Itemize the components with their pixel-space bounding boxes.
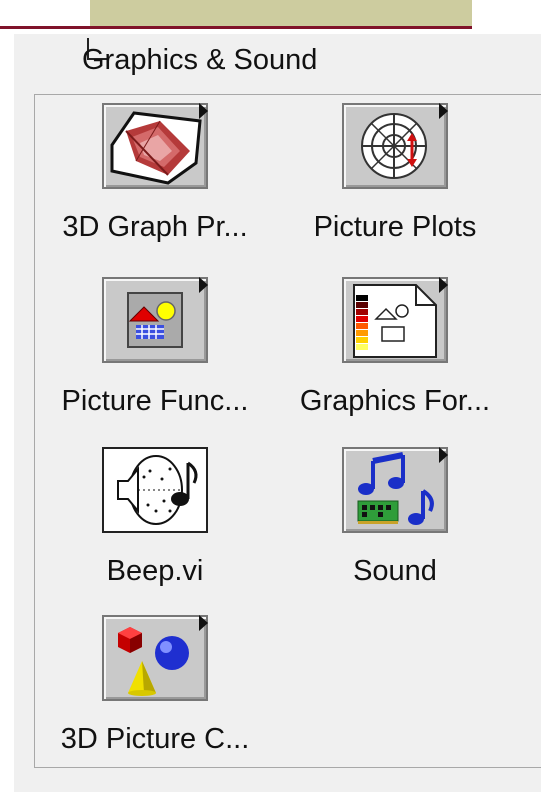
palette-item-picture-functions[interactable]: Picture Func... [35,277,275,447]
submenu-arrow-icon [439,277,448,293]
submenu-arrow-icon [439,447,448,463]
item-label: 3D Picture C... [60,723,250,755]
beep-speaker-icon [102,447,208,533]
top-banner [90,0,472,26]
submenu-arrow-icon [199,277,208,293]
3d-graph-icon [102,103,208,189]
palette-item-3d-graph[interactable]: 3D Graph Pr... [35,103,275,273]
palette-items-container: 3D Graph Pr... Picture Plots Picture Fun… [34,94,541,768]
palette-item-picture-plots[interactable]: Picture Plots [275,103,515,273]
palette-item-3d-picture-control[interactable]: 3D Picture C... [35,615,275,785]
submenu-arrow-icon [199,103,208,119]
item-label: Sound [353,555,437,587]
submenu-arrow-icon [439,103,448,119]
top-accent-line [0,26,472,29]
palette-item-graphics-formats[interactable]: Graphics For... [275,277,515,447]
submenu-arrow-icon [199,615,208,631]
graphics-formats-icon [342,277,448,363]
item-label: Graphics For... [299,385,491,417]
item-label: 3D Graph Pr... [62,211,248,243]
picture-functions-icon [102,277,208,363]
polar-plot-icon [342,103,448,189]
3d-shapes-icon [102,615,208,701]
music-note-icon [342,447,448,533]
palette-item-beep[interactable]: Beep.vi [35,447,275,617]
item-label: Picture Func... [61,385,249,417]
palette-title: Graphics & Sound [82,44,318,76]
item-label: Beep.vi [106,555,204,587]
item-label: Picture Plots [313,211,477,243]
palette-item-sound[interactable]: Sound [275,447,515,617]
